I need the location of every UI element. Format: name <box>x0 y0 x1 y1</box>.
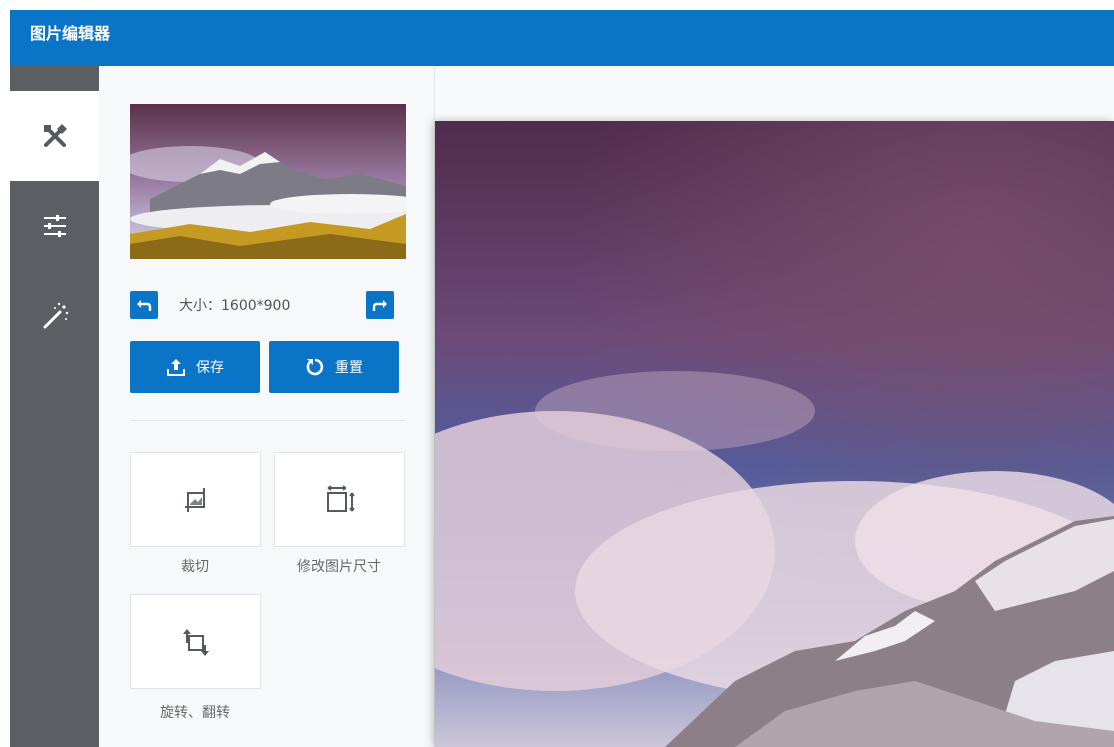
sliders-icon <box>43 215 66 237</box>
rail-item-adjust[interactable] <box>10 181 99 271</box>
save-label: 保存 <box>196 360 224 376</box>
tool-resize-label: 修改图片尺寸 <box>297 559 381 575</box>
app-title: 图片编辑器 <box>30 24 111 43</box>
magic-wand-icon <box>43 302 68 329</box>
rotate-flip-icon <box>182 628 209 656</box>
tool-crop-label: 裁切 <box>181 559 209 575</box>
editor-canvas-area[interactable] <box>435 66 1114 747</box>
rail-item-tools[interactable] <box>10 91 99 181</box>
reset-icon <box>306 358 324 376</box>
redo-button[interactable] <box>366 291 394 319</box>
tool-rotate-flip[interactable] <box>130 594 261 689</box>
tool-rotate-flip-label: 旋转、翻转 <box>160 705 230 721</box>
left-tool-rail <box>10 66 99 747</box>
crop-icon <box>184 487 205 512</box>
main-image-canvas[interactable] <box>435 121 1114 747</box>
reset-button[interactable]: 重置 <box>269 341 399 393</box>
image-size-label: 大小：1600*900 <box>179 295 349 319</box>
upload-icon <box>167 359 185 376</box>
tools-panel: 大小：1600*900 保存 重置 裁切 修改图片尺寸 旋转、翻转 <box>99 66 435 747</box>
save-button[interactable]: 保存 <box>130 341 260 393</box>
app-titlebar: 图片编辑器 <box>10 10 1114 66</box>
redo-icon <box>372 300 387 311</box>
reset-label: 重置 <box>335 360 363 376</box>
image-thumbnail <box>130 104 406 259</box>
undo-button[interactable] <box>130 291 158 319</box>
tools-icon <box>43 124 67 147</box>
panel-divider <box>130 420 406 421</box>
tool-resize[interactable] <box>274 452 405 547</box>
resize-icon <box>326 484 355 512</box>
image-size-text: 大小：1600*900 <box>179 298 291 314</box>
rail-item-effects[interactable] <box>10 271 99 361</box>
tool-crop[interactable] <box>130 452 261 547</box>
undo-icon <box>137 300 152 311</box>
